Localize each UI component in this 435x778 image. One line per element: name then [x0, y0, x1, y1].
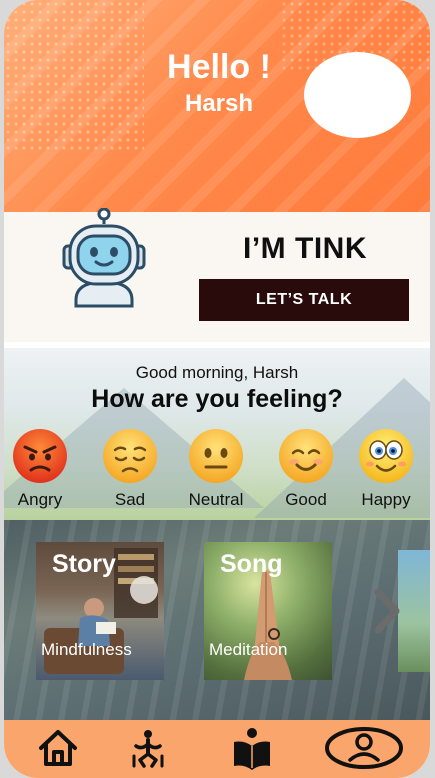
- mood-section: Good morning, Harsh How are you feeling?…: [4, 348, 430, 520]
- sad-face-icon: [103, 429, 157, 483]
- home-icon[interactable]: [36, 726, 80, 770]
- profile-icon[interactable]: [324, 726, 404, 770]
- reading-icon[interactable]: [230, 726, 274, 770]
- lets-talk-button[interactable]: LET’S TALK: [199, 279, 409, 321]
- activities-section: Story Mindfulness Song Meditation: [4, 520, 430, 720]
- activity-subtitle: Mindfulness: [41, 640, 132, 659]
- emotion-label: Angry: [17, 490, 63, 509]
- emotion-good[interactable]: Good: [266, 428, 346, 510]
- emotion-sad[interactable]: Sad: [90, 428, 170, 510]
- emotion-label: Good: [285, 490, 327, 509]
- activity-title: Story: [52, 550, 116, 578]
- mood-greeting: Good morning, Harsh: [135, 363, 299, 382]
- avatar[interactable]: [304, 52, 411, 138]
- emotion-neutral[interactable]: Neutral: [176, 428, 256, 510]
- tink-section: I’M TINK LET’S TALK: [4, 208, 430, 342]
- emotion-label: Neutral: [188, 490, 244, 509]
- mood-question: How are you feeling?: [91, 385, 343, 413]
- yoga-icon[interactable]: [126, 726, 170, 770]
- tink-title: I’M TINK: [243, 232, 367, 265]
- emotion-label: Happy: [361, 490, 411, 509]
- neutral-face-icon: [189, 429, 243, 483]
- chevron-right-icon[interactable]: [366, 586, 406, 636]
- emotion-label: Sad: [114, 490, 146, 509]
- activity-card-song[interactable]: Song Meditation: [204, 542, 332, 680]
- emotion-angry[interactable]: Angry: [4, 428, 80, 510]
- activity-subtitle: Meditation: [209, 640, 288, 659]
- emotion-happy[interactable]: Happy: [346, 428, 426, 510]
- robot-icon: [62, 208, 146, 308]
- angry-face-icon: [13, 429, 67, 483]
- app-screen: Hello ! Harsh I’M TINK LET’S TALK Good m…: [4, 0, 430, 778]
- activity-card-story[interactable]: Story Mindfulness: [36, 542, 164, 680]
- smiling-face-icon: [279, 429, 333, 483]
- happy-face-icon: [359, 429, 413, 483]
- activity-title: Song: [220, 550, 283, 578]
- bottom-nav: [4, 720, 430, 778]
